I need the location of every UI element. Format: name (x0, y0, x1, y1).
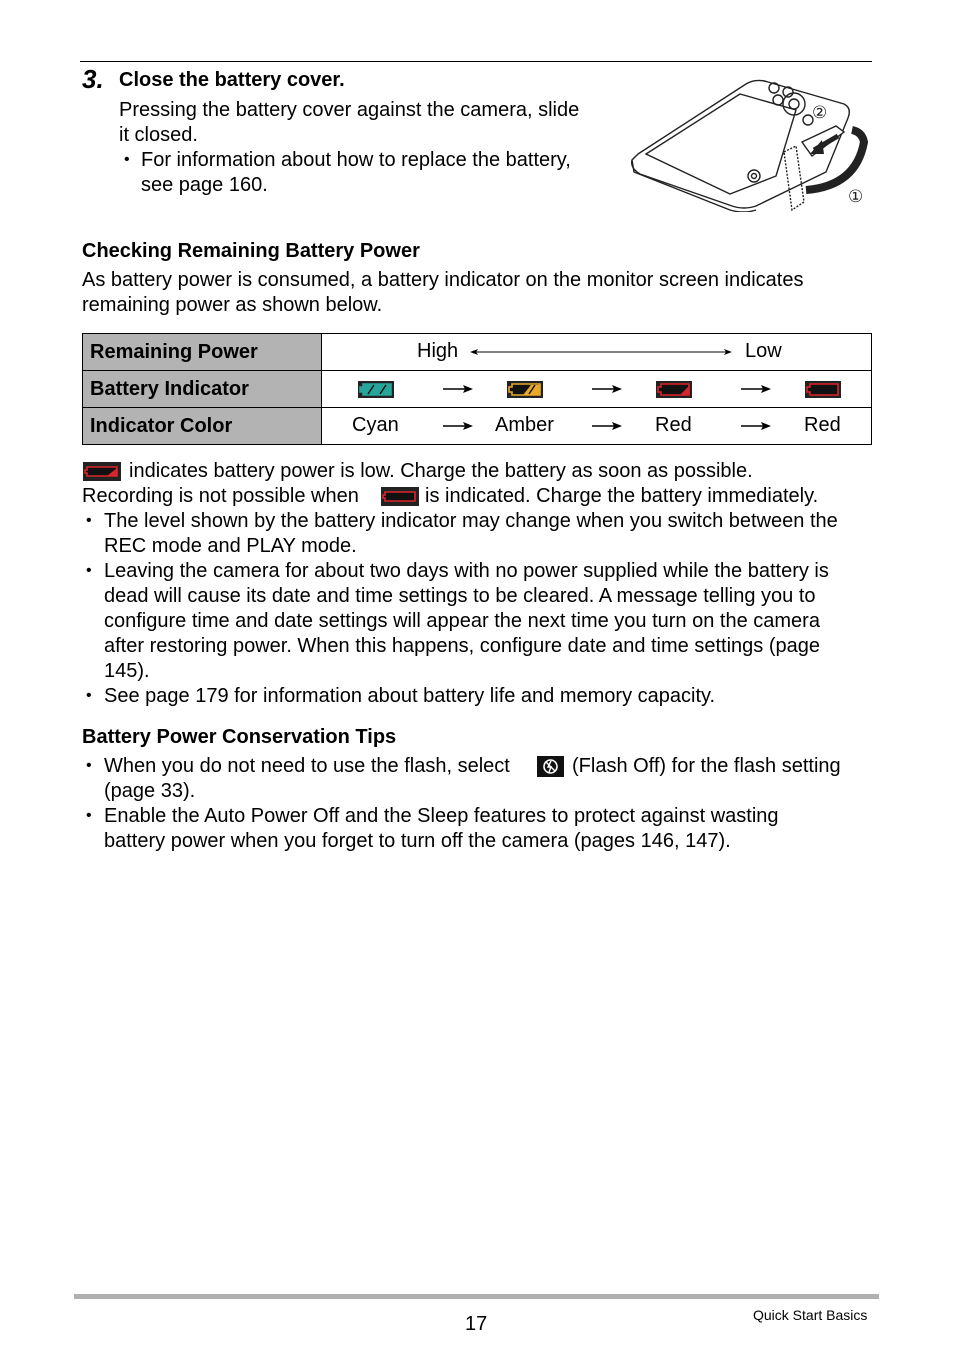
step-body-line-2: it closed. (119, 124, 198, 146)
note-line-2-start: Recording is not possible when (82, 485, 359, 507)
bullet-dot: • (124, 151, 130, 168)
bullet-dot: • (86, 562, 92, 579)
bullet-dot: • (86, 757, 92, 774)
camera-drawing: ② ① (630, 79, 869, 213)
note-bullet-1-line-2: REC mode and PLAY mode. (104, 535, 357, 557)
step-title: Close the battery cover. (119, 69, 345, 91)
footer-rule (74, 1294, 879, 1299)
table-row-indicator-color: Indicator Color Cyan Amber Red Red (82, 407, 872, 445)
arrow-right-icon (592, 422, 622, 430)
step-bullet-line-2: see page 160. (141, 174, 268, 196)
indicator-color-label: Red (804, 414, 841, 436)
note-bullet-2-line-1: Leaving the camera for about two days wi… (104, 560, 829, 582)
note-bullet-3-line-1: See page 179 for information about batte… (104, 685, 716, 707)
table-row-battery-indicator: Battery Indicator (82, 370, 872, 408)
arrow-right-icon (592, 385, 622, 393)
arrow-right-icon (443, 385, 473, 393)
note-bullet-2-line-2: dead will cause its date and time settin… (104, 585, 816, 607)
tip-2-line-1: Enable the Auto Power Off and the Sleep … (104, 805, 779, 827)
battery-full-icon (358, 381, 394, 398)
callout-1: ① (848, 187, 863, 207)
row-header: Remaining Power (82, 333, 322, 371)
section-heading-checking: Checking Remaining Battery Power (82, 240, 420, 262)
note-bullet-1-line-1: The level shown by the battery indicator… (104, 510, 838, 532)
note-bullet-2-line-4: after restoring power. When this happens… (104, 635, 820, 657)
callout-2: ② (812, 103, 827, 123)
checking-intro-line-2: remaining power as shown below. (82, 294, 383, 316)
note-bullet-2-line-3: configure time and date settings will ap… (104, 610, 820, 632)
step-body-line-1: Pressing the battery cover against the c… (119, 99, 580, 121)
indicator-color-label: Amber (495, 414, 554, 436)
arrow-right-icon (741, 385, 771, 393)
step-number: 3. (82, 64, 104, 94)
section-name: Quick Start Basics (753, 1307, 868, 1323)
note-bullet-2-line-5: 145). (104, 660, 150, 682)
indicator-color-label: Cyan (352, 414, 399, 436)
step-bullet-line-1: For information about how to replace the… (141, 149, 571, 171)
battery-indicator-table: Remaining Power High Low Battery Indicat… (82, 333, 872, 445)
high-low-double-arrow (470, 349, 732, 355)
battery-low-icon (656, 381, 692, 398)
low-label: Low (745, 340, 782, 362)
battery-empty-icon (805, 381, 841, 398)
table-row-remaining-power: Remaining Power High Low (82, 333, 872, 371)
bullet-dot: • (86, 807, 92, 824)
note-line-2-end: is indicated. Charge the battery immedia… (425, 485, 819, 507)
tip-1-line-2: (page 33). (104, 780, 196, 802)
camera-illustration: ② ① (626, 76, 872, 213)
high-label: High (417, 340, 459, 362)
note-line-1: indicates battery power is low. Charge t… (129, 460, 753, 482)
arrow-right-icon (443, 422, 473, 430)
bullet-dot: • (86, 512, 92, 529)
tip-2-line-2: battery power when you forget to turn of… (104, 830, 731, 852)
top-rule (80, 61, 872, 62)
tip-1-line-1-end: (Flash Off) for the flash setting (572, 755, 841, 777)
checking-intro-line-1: As battery power is consumed, a battery … (82, 269, 804, 291)
indicator-color-label: Red (655, 414, 692, 436)
battery-empty-icon (381, 487, 419, 506)
battery-low-icon (83, 462, 121, 481)
tip-1-line-1-start: When you do not need to use the flash, s… (104, 755, 510, 777)
row-header: Battery Indicator (82, 370, 322, 408)
bullet-dot: • (86, 687, 92, 704)
arrow-right-icon (741, 422, 771, 430)
row-header: Indicator Color (82, 407, 322, 445)
page-number: 17 (465, 1313, 488, 1335)
flash-off-icon (537, 756, 564, 777)
section-heading-tips: Battery Power Conservation Tips (82, 726, 397, 748)
battery-two-thirds-icon (507, 381, 543, 398)
